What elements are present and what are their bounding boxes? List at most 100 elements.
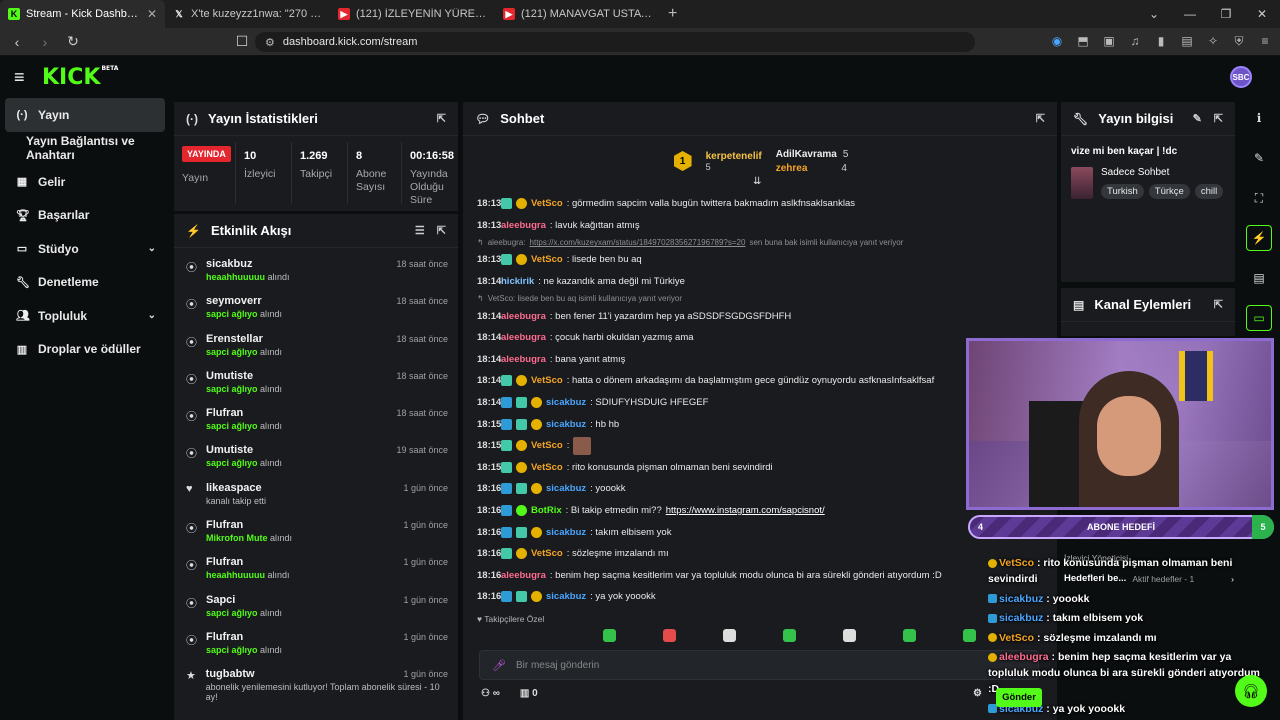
- activity-user[interactable]: seymoverr: [206, 295, 282, 307]
- reply-link[interactable]: https://x.com/kuzeyxam/status/1849702835…: [530, 238, 746, 247]
- emote-icon[interactable]: [783, 629, 796, 642]
- emote-icon[interactable]: [723, 629, 736, 642]
- emote-icon[interactable]: [603, 629, 616, 642]
- emote-icon[interactable]: [843, 629, 856, 642]
- message-user[interactable]: VetSco: [531, 375, 563, 386]
- emote-icon[interactable]: [963, 629, 976, 642]
- category-name[interactable]: Sadece Sohbet: [1101, 167, 1223, 178]
- activity-user[interactable]: Umutiste: [206, 370, 282, 382]
- emote-icon[interactable]: [903, 629, 916, 642]
- extension-icon[interactable]: ◉: [1050, 34, 1064, 48]
- sidebar-item-basarilar[interactable]: 🏆︎ Başarılar: [0, 199, 170, 233]
- message-user[interactable]: aleebugra: [501, 570, 546, 581]
- message-user[interactable]: VetSco: [531, 440, 563, 451]
- sidebar-icon[interactable]: ▮: [1154, 34, 1168, 48]
- settings-icon[interactable]: ⚙: [973, 688, 982, 699]
- minimize-button[interactable]: —: [1172, 7, 1208, 21]
- kick-logo[interactable]: KICKBETA: [42, 65, 118, 90]
- sparkle-icon[interactable]: ✧: [1206, 34, 1220, 48]
- emote-icon[interactable]: [663, 629, 676, 642]
- sidebar-item-topluluk[interactable]: 👥︎ Topluluk ⌄: [0, 299, 170, 333]
- tag[interactable]: Türkçe: [1148, 184, 1190, 199]
- message-user[interactable]: aleebugra: [501, 220, 546, 231]
- activity-user[interactable]: Umutiste: [206, 444, 282, 456]
- sidebar-item-stream-key[interactable]: Yayın Bağlantısı ve Anahtarı: [0, 132, 170, 166]
- sidebar-item-droplar[interactable]: ▥ Droplar ve ödüller: [0, 333, 170, 367]
- message-user[interactable]: hickirik: [501, 276, 534, 287]
- popout-icon[interactable]: ⇱: [437, 224, 446, 237]
- menu-icon[interactable]: ≡: [1258, 34, 1272, 48]
- sidebar-item-gelir[interactable]: ▦ Gelir: [0, 165, 170, 199]
- chat-input[interactable]: 🎤︎ Bir mesaj gönderin: [479, 650, 1039, 680]
- activity-user[interactable]: Flufran: [206, 631, 282, 643]
- tag[interactable]: Turkish: [1101, 184, 1144, 199]
- activity-user[interactable]: sicakbuz: [206, 258, 290, 270]
- message-user[interactable]: VetSco: [531, 254, 563, 265]
- popout-icon[interactable]: ⇱: [1036, 112, 1045, 125]
- leader-user[interactable]: kerpetenelif: [706, 151, 762, 162]
- activity-user[interactable]: Sapci: [206, 594, 282, 606]
- popout-icon[interactable]: ⇱: [1214, 112, 1223, 125]
- close-icon[interactable]: ✕: [147, 7, 157, 21]
- chat-icon[interactable]: ▭: [1246, 305, 1272, 331]
- chevron-down-icon[interactable]: ⌄: [1136, 7, 1172, 21]
- store-icon[interactable]: ▥ 0: [520, 688, 538, 699]
- third-user[interactable]: zehrea: [776, 163, 808, 174]
- message-user[interactable]: sicakbuz: [546, 483, 586, 494]
- message-user[interactable]: sicakbuz: [546, 397, 586, 408]
- activity-user[interactable]: likeaspace: [206, 482, 266, 494]
- tag[interactable]: chill: [1194, 184, 1224, 199]
- back-button[interactable]: ‹: [8, 34, 26, 50]
- activity-user[interactable]: Erenstellar: [206, 333, 282, 345]
- extension-icon[interactable]: ▣: [1102, 34, 1116, 48]
- edit-icon[interactable]: ✎: [1193, 112, 1202, 125]
- site-info-icon[interactable]: ⚙: [265, 36, 275, 49]
- sidebar-item-studyo[interactable]: ▭ Stüdyo ⌄: [0, 232, 170, 266]
- message-user[interactable]: VetSco: [531, 198, 563, 209]
- message-user[interactable]: sicakbuz: [546, 527, 586, 538]
- send-button[interactable]: Gönder: [996, 688, 1042, 707]
- new-tab-button[interactable]: +: [660, 5, 685, 23]
- activity-user[interactable]: Flufran: [206, 407, 282, 419]
- message-user[interactable]: BotRix: [531, 505, 562, 516]
- popout-icon[interactable]: ⇱: [437, 112, 446, 125]
- hamburger-icon[interactable]: ≡: [14, 67, 36, 88]
- second-user[interactable]: AdilKavrama: [776, 149, 837, 160]
- bolt-icon[interactable]: ⚡: [1246, 225, 1272, 251]
- reload-button[interactable]: ↻: [64, 33, 82, 50]
- collapse-icon[interactable]: ⇊: [753, 176, 761, 187]
- message-link[interactable]: https://www.instagram.com/sapcisnot/: [666, 505, 825, 516]
- message-user[interactable]: sicakbuz: [546, 591, 586, 602]
- maximize-button[interactable]: ❐: [1208, 7, 1244, 21]
- info-icon[interactable]: ℹ: [1241, 98, 1277, 138]
- forward-button[interactable]: ›: [36, 34, 54, 50]
- message-user[interactable]: aleebugra: [501, 354, 546, 365]
- close-window-button[interactable]: ✕: [1244, 7, 1280, 21]
- browser-tab[interactable]: 𝕏 X'te kuzeyzz1nwa: "270 bin bütçem v: [165, 0, 330, 28]
- activity-user[interactable]: Flufran: [206, 556, 290, 568]
- message-user[interactable]: aleebugra: [501, 311, 546, 322]
- message-user[interactable]: sicakbuz: [546, 419, 586, 430]
- mic-icon[interactable]: 🎤︎: [492, 659, 506, 672]
- sidebar-item-yayin[interactable]: (·) Yayın: [5, 98, 165, 132]
- extension-icon[interactable]: ⬒: [1076, 34, 1090, 48]
- sidebar-item-denetleme[interactable]: 🔧︎ Denetleme: [0, 266, 170, 300]
- browser-tab[interactable]: ▶ (121) İZLEYENİN YÜREĞİNİ HOPLATA: [330, 0, 495, 28]
- people-icon[interactable]: ⚇ ∞: [481, 688, 500, 699]
- activity-user[interactable]: Flufran: [206, 519, 292, 531]
- message-user[interactable]: VetSco: [531, 462, 563, 473]
- list-icon[interactable]: ▤: [1241, 258, 1277, 298]
- bookmark-icon[interactable]: ☐: [233, 33, 251, 50]
- filter-icon[interactable]: ☰: [415, 224, 425, 237]
- avatar[interactable]: SBC: [1230, 66, 1252, 88]
- url-field[interactable]: ⚙ dashboard.kick.com/stream: [255, 32, 975, 52]
- message-user[interactable]: aleebugra: [501, 332, 546, 343]
- popout-icon[interactable]: ⇱: [1214, 298, 1223, 311]
- wallet-icon[interactable]: ▤: [1180, 34, 1194, 48]
- message-user[interactable]: VetSco: [531, 548, 563, 559]
- browser-tab[interactable]: K Stream - Kick Dashboard ✕: [0, 0, 165, 28]
- edit-icon[interactable]: ✎: [1241, 138, 1277, 178]
- fullscreen-icon[interactable]: ⛶: [1241, 178, 1277, 218]
- support-icon[interactable]: 🎧︎: [1235, 675, 1267, 707]
- browser-tab[interactable]: ▶ (121) MANAVGAT USTA HACKERLAR: [495, 0, 660, 28]
